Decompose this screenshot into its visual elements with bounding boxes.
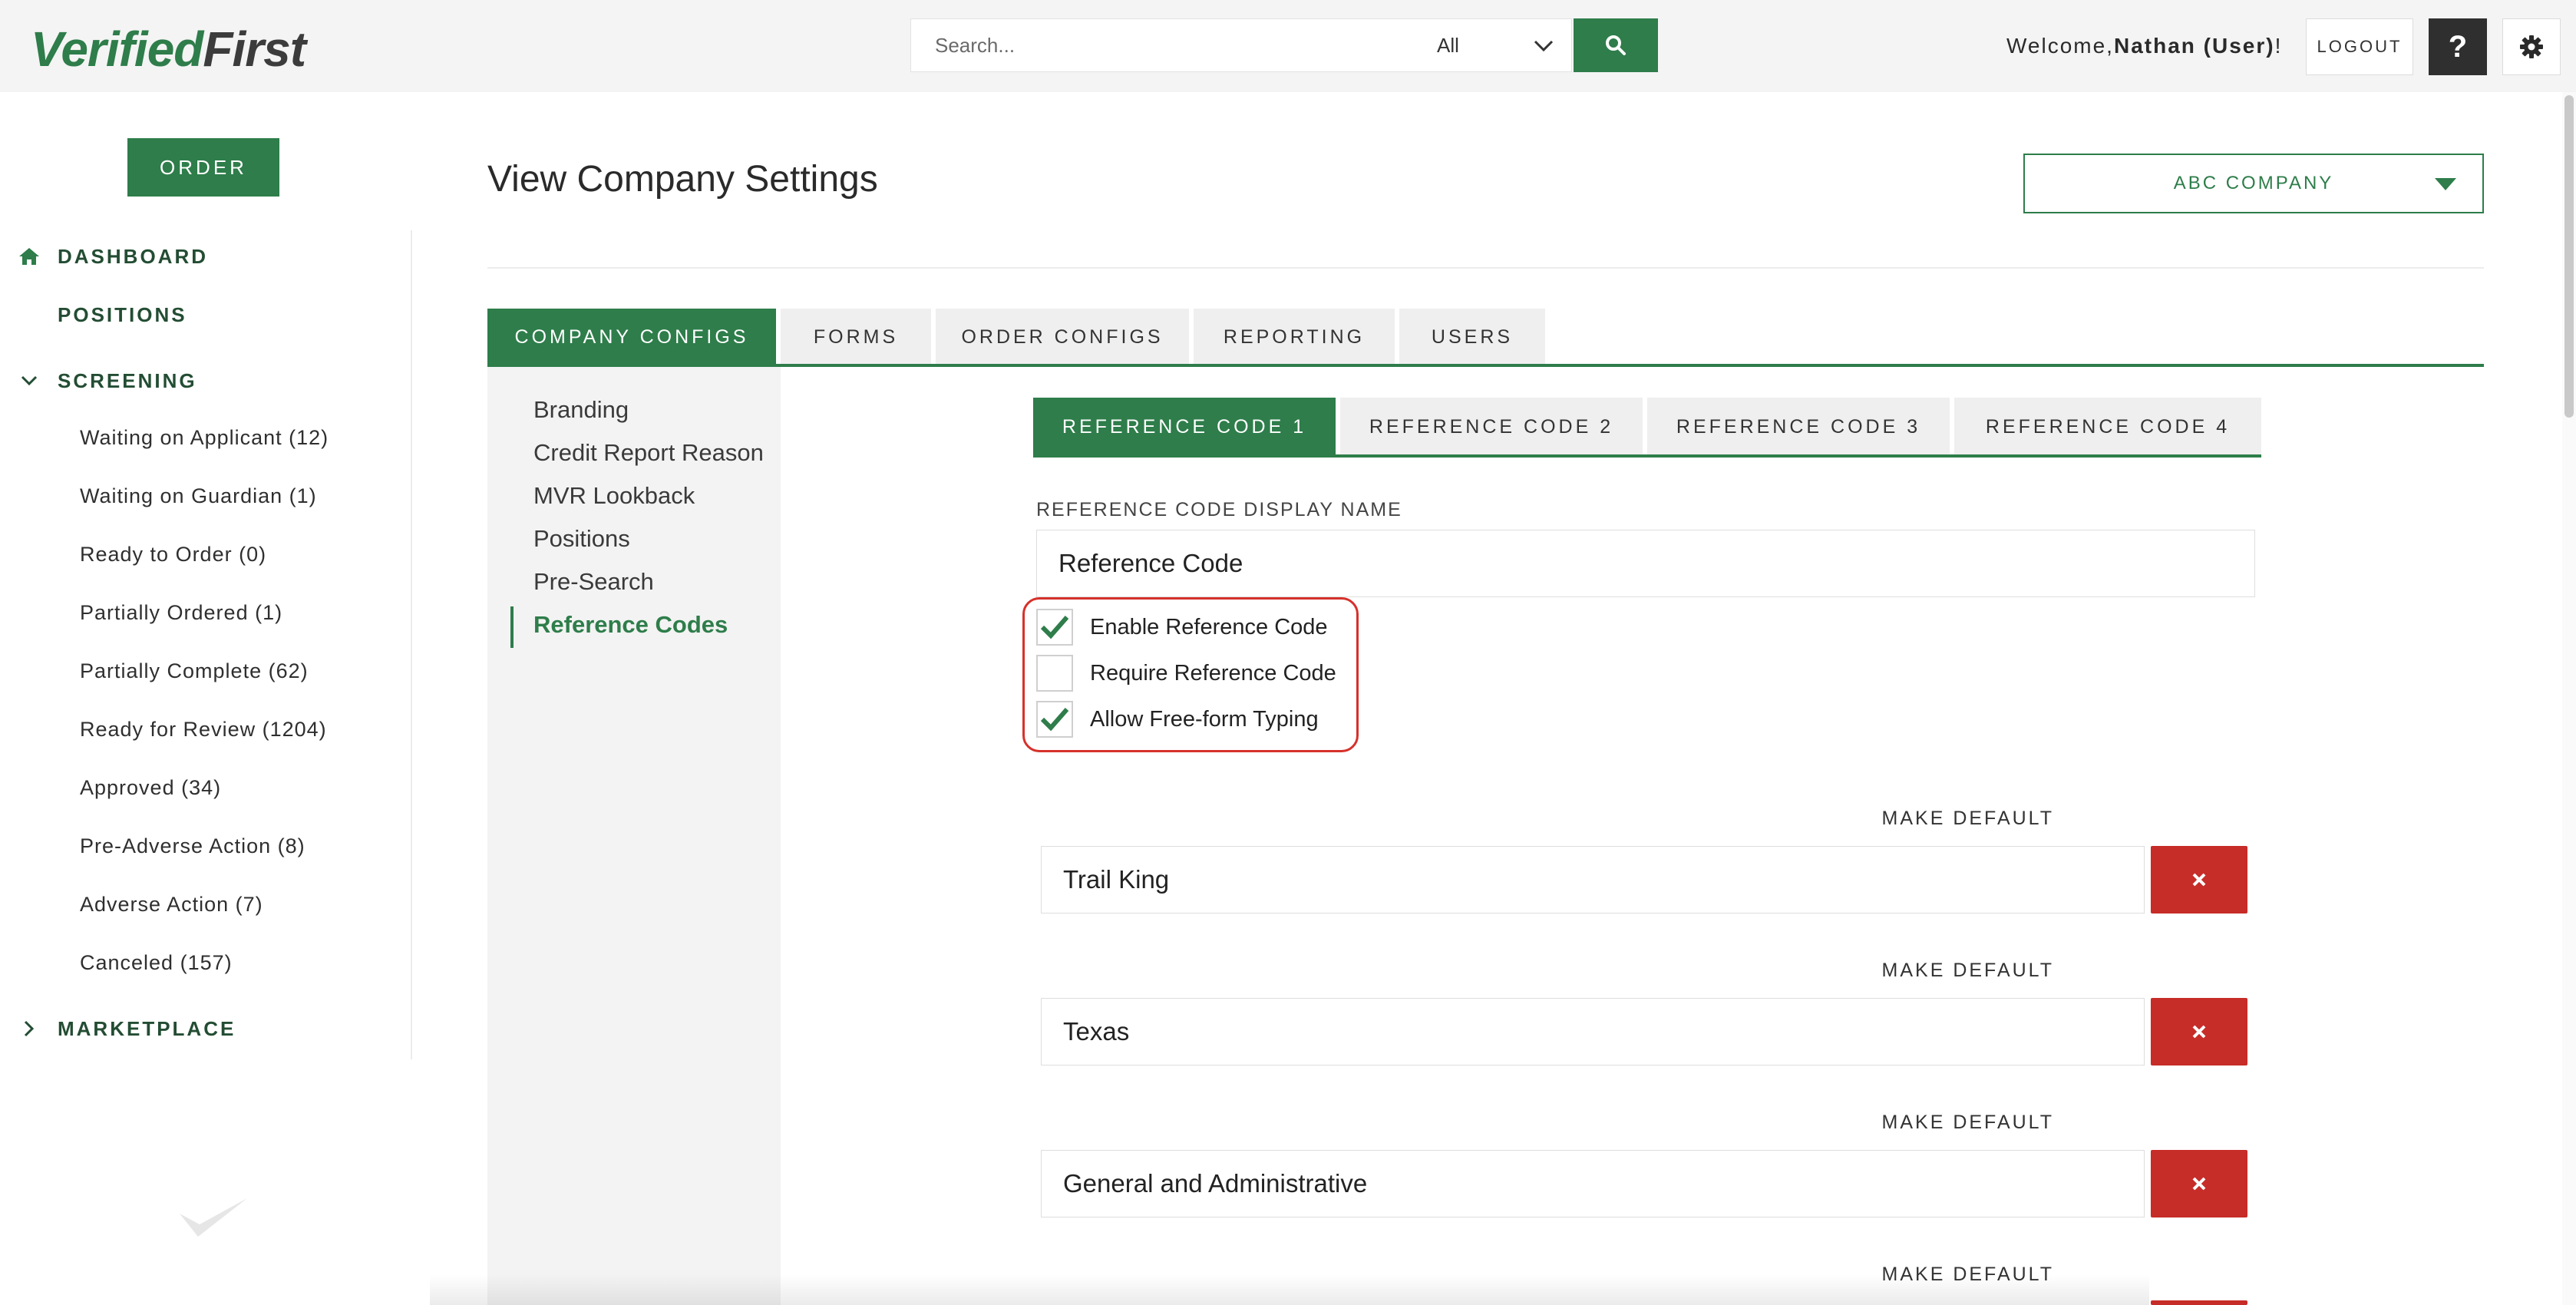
tab-reference-code-1[interactable]: REFERENCE CODE 1 xyxy=(1033,398,1336,456)
sidebar-item-adverse-action[interactable]: Adverse Action (7) xyxy=(80,889,263,920)
logout-button[interactable]: LOGOUT xyxy=(2306,18,2413,75)
caret-down-icon xyxy=(2435,178,2456,190)
tabs-underline xyxy=(487,364,2484,367)
page-title: View Company Settings xyxy=(487,158,878,200)
tab-reference-code-3[interactable]: REFERENCE CODE 3 xyxy=(1647,398,1950,456)
chevron-down-icon[interactable] xyxy=(15,365,43,396)
scrollbar-thumb[interactable] xyxy=(2564,95,2574,418)
subnav-item-pre-search[interactable]: Pre-Search xyxy=(533,563,654,600)
delete-code-button[interactable] xyxy=(2151,1300,2247,1305)
verifiedfirst-logo[interactable]: Verified First xyxy=(31,21,306,77)
home-icon xyxy=(15,241,43,272)
enable-reference-code-row[interactable]: Enable Reference Code xyxy=(1036,608,1328,646)
subnav-item-branding[interactable]: Branding xyxy=(533,392,629,428)
company-select-value: ABC COMPANY xyxy=(2173,173,2334,193)
welcome-suffix: ! xyxy=(2274,34,2283,58)
tab-reporting[interactable]: REPORTING xyxy=(1194,309,1395,365)
subnav-item-reference-codes[interactable]: Reference Codes xyxy=(533,606,728,643)
sidebar-item-screening[interactable]: SCREENING xyxy=(58,365,197,396)
display-name-input[interactable] xyxy=(1036,530,2255,597)
require-reference-code-label: Require Reference Code xyxy=(1090,660,1336,686)
allow-free-form-typing-checkbox[interactable] xyxy=(1036,701,1073,738)
subnav-active-indicator xyxy=(510,606,514,648)
sidebar-item-canceled[interactable]: Canceled (157) xyxy=(80,947,233,978)
make-default-button[interactable]: MAKE DEFAULT xyxy=(1882,1108,2054,1136)
welcome-message: Welcome, Nathan (User)! xyxy=(2006,29,2282,63)
search-button[interactable] xyxy=(1574,18,1658,72)
close-icon xyxy=(2192,1025,2206,1039)
header-divider xyxy=(487,267,2484,269)
checkmark-watermark-icon xyxy=(180,1198,247,1237)
sidebar-divider xyxy=(411,230,412,1059)
sidebar-item-pre-adverse-action[interactable]: Pre-Adverse Action (8) xyxy=(80,831,305,861)
logo-first-text: First xyxy=(203,21,306,77)
reference-code-input[interactable] xyxy=(1041,1150,2145,1217)
delete-code-button[interactable] xyxy=(2151,1150,2247,1217)
reference-code-input[interactable] xyxy=(1041,998,2145,1065)
sidebar-item-positions[interactable]: POSITIONS xyxy=(58,299,187,330)
close-icon xyxy=(2192,873,2206,887)
sidebar-item-marketplace[interactable]: MARKETPLACE xyxy=(58,1013,236,1044)
sidebar-item-partially-ordered[interactable]: Partially Ordered (1) xyxy=(80,597,282,628)
subnav-item-mvr-lookback[interactable]: MVR Lookback xyxy=(533,477,695,514)
settings-button[interactable] xyxy=(2502,18,2561,75)
tab-users[interactable]: USERS xyxy=(1399,309,1545,365)
tab-reference-code-2[interactable]: REFERENCE CODE 2 xyxy=(1340,398,1643,456)
reference-code-input[interactable] xyxy=(1041,846,2145,914)
search-input[interactable] xyxy=(910,18,1417,72)
checkmark-icon xyxy=(1040,708,1069,732)
logo-verified-text: Verified xyxy=(31,21,203,77)
sidebar-item-ready-for-review[interactable]: Ready for Review (1204) xyxy=(80,714,327,745)
search-filter-value: All xyxy=(1437,33,1459,57)
allow-free-form-typing-label: Allow Free-form Typing xyxy=(1090,706,1319,732)
sidebar-item-partially-complete[interactable]: Partially Complete (62) xyxy=(80,656,309,686)
sidebar-item-waiting-on-guardian[interactable]: Waiting on Guardian (1) xyxy=(80,481,317,511)
sidebar-item-dashboard[interactable]: DASHBOARD xyxy=(58,241,208,272)
bottom-fade xyxy=(430,1274,2149,1305)
require-reference-code-row[interactable]: Require Reference Code xyxy=(1036,654,1336,692)
welcome-username: Nathan (User) xyxy=(2113,34,2275,58)
search-icon xyxy=(1606,35,1626,55)
delete-code-button[interactable] xyxy=(2151,846,2247,914)
sidebar-item-waiting-on-applicant[interactable]: Waiting on Applicant (12) xyxy=(80,422,329,453)
tab-order-configs[interactable]: ORDER CONFIGS xyxy=(936,309,1189,365)
close-icon xyxy=(2192,1177,2206,1191)
make-default-button[interactable]: MAKE DEFAULT xyxy=(1882,804,2054,832)
help-button[interactable]: ? xyxy=(2429,18,2487,75)
subnav-item-credit-report-reason[interactable]: Credit Report Reason xyxy=(533,434,764,471)
tab-company-configs[interactable]: COMPANY CONFIGS xyxy=(487,309,776,365)
company-select[interactable]: ABC COMPANY xyxy=(2023,154,2484,213)
order-button[interactable]: ORDER xyxy=(127,138,279,197)
question-mark-icon: ? xyxy=(2448,29,2468,64)
display-name-label: REFERENCE CODE DISPLAY NAME xyxy=(1036,498,1402,520)
allow-free-form-typing-row[interactable]: Allow Free-form Typing xyxy=(1036,700,1319,738)
make-default-button[interactable]: MAKE DEFAULT xyxy=(1882,956,2054,984)
gear-icon xyxy=(2520,35,2543,58)
enable-reference-code-checkbox[interactable] xyxy=(1036,609,1073,646)
require-reference-code-checkbox[interactable] xyxy=(1036,655,1073,692)
enable-reference-code-label: Enable Reference Code xyxy=(1090,614,1328,639)
sidebar-item-ready-to-order[interactable]: Ready to Order (0) xyxy=(80,539,266,570)
checkmark-icon xyxy=(1040,616,1069,639)
search-filter-select[interactable]: All xyxy=(1418,18,1572,72)
sidebar-item-approved[interactable]: Approved (34) xyxy=(80,772,221,803)
tab-reference-code-4[interactable]: REFERENCE CODE 4 xyxy=(1954,398,2261,456)
chevron-down-icon xyxy=(1534,40,1554,52)
subnav-item-positions[interactable]: Positions xyxy=(533,520,630,557)
chevron-right-icon[interactable] xyxy=(15,1013,43,1044)
tab-forms[interactable]: FORMS xyxy=(781,309,931,365)
reference-tabs-underline xyxy=(1033,454,2261,458)
delete-code-button[interactable] xyxy=(2151,998,2247,1065)
welcome-prefix: Welcome, xyxy=(2006,34,2114,58)
